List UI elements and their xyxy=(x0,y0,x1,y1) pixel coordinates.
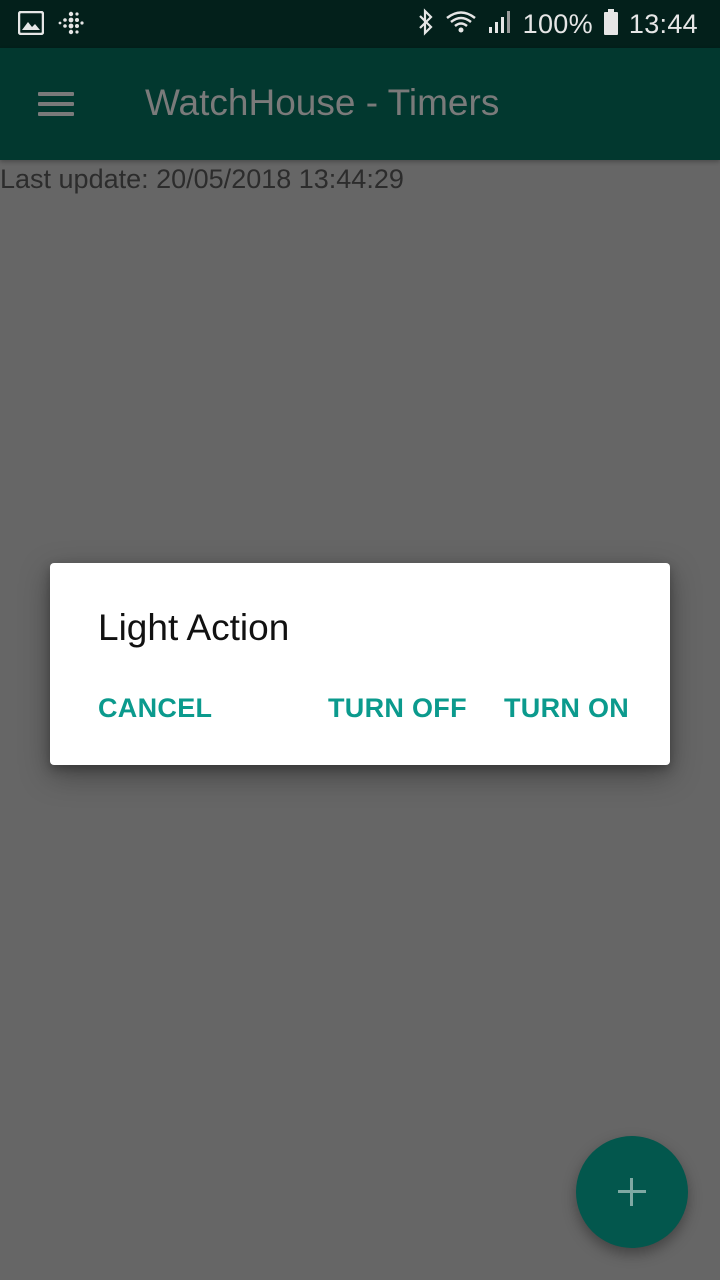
fitbit-icon xyxy=(58,10,84,41)
app-title: WatchHouse - Timers xyxy=(145,82,500,123)
status-bar-right: 100% 13:44 xyxy=(417,6,698,42)
image-icon xyxy=(17,10,45,40)
cancel-button[interactable]: CANCEL xyxy=(98,689,212,728)
dialog-title: Light Action xyxy=(98,607,290,648)
turn-off-button[interactable]: TURN OFF xyxy=(328,689,467,728)
turn-on-button[interactable]: TURN ON xyxy=(504,689,629,728)
last-update-label: Last update: 20/05/2018 13:44:29 xyxy=(0,164,404,194)
signal-icon xyxy=(487,9,513,40)
battery-percent: 100% xyxy=(522,8,593,39)
clock: 13:44 xyxy=(628,8,698,39)
hamburger-menu-icon[interactable] xyxy=(28,78,84,130)
app-bar: WatchHouse - Timers xyxy=(0,48,720,160)
light-action-dialog: Light Action CANCEL TURN OFF TURN ON xyxy=(50,563,670,765)
status-bar-left-icons xyxy=(17,10,84,41)
status-bar: 100% 13:44 xyxy=(0,0,720,48)
bluetooth-icon xyxy=(417,7,435,41)
battery-icon xyxy=(603,8,619,41)
wifi-icon xyxy=(445,9,477,40)
add-timer-button[interactable] xyxy=(576,1136,688,1248)
